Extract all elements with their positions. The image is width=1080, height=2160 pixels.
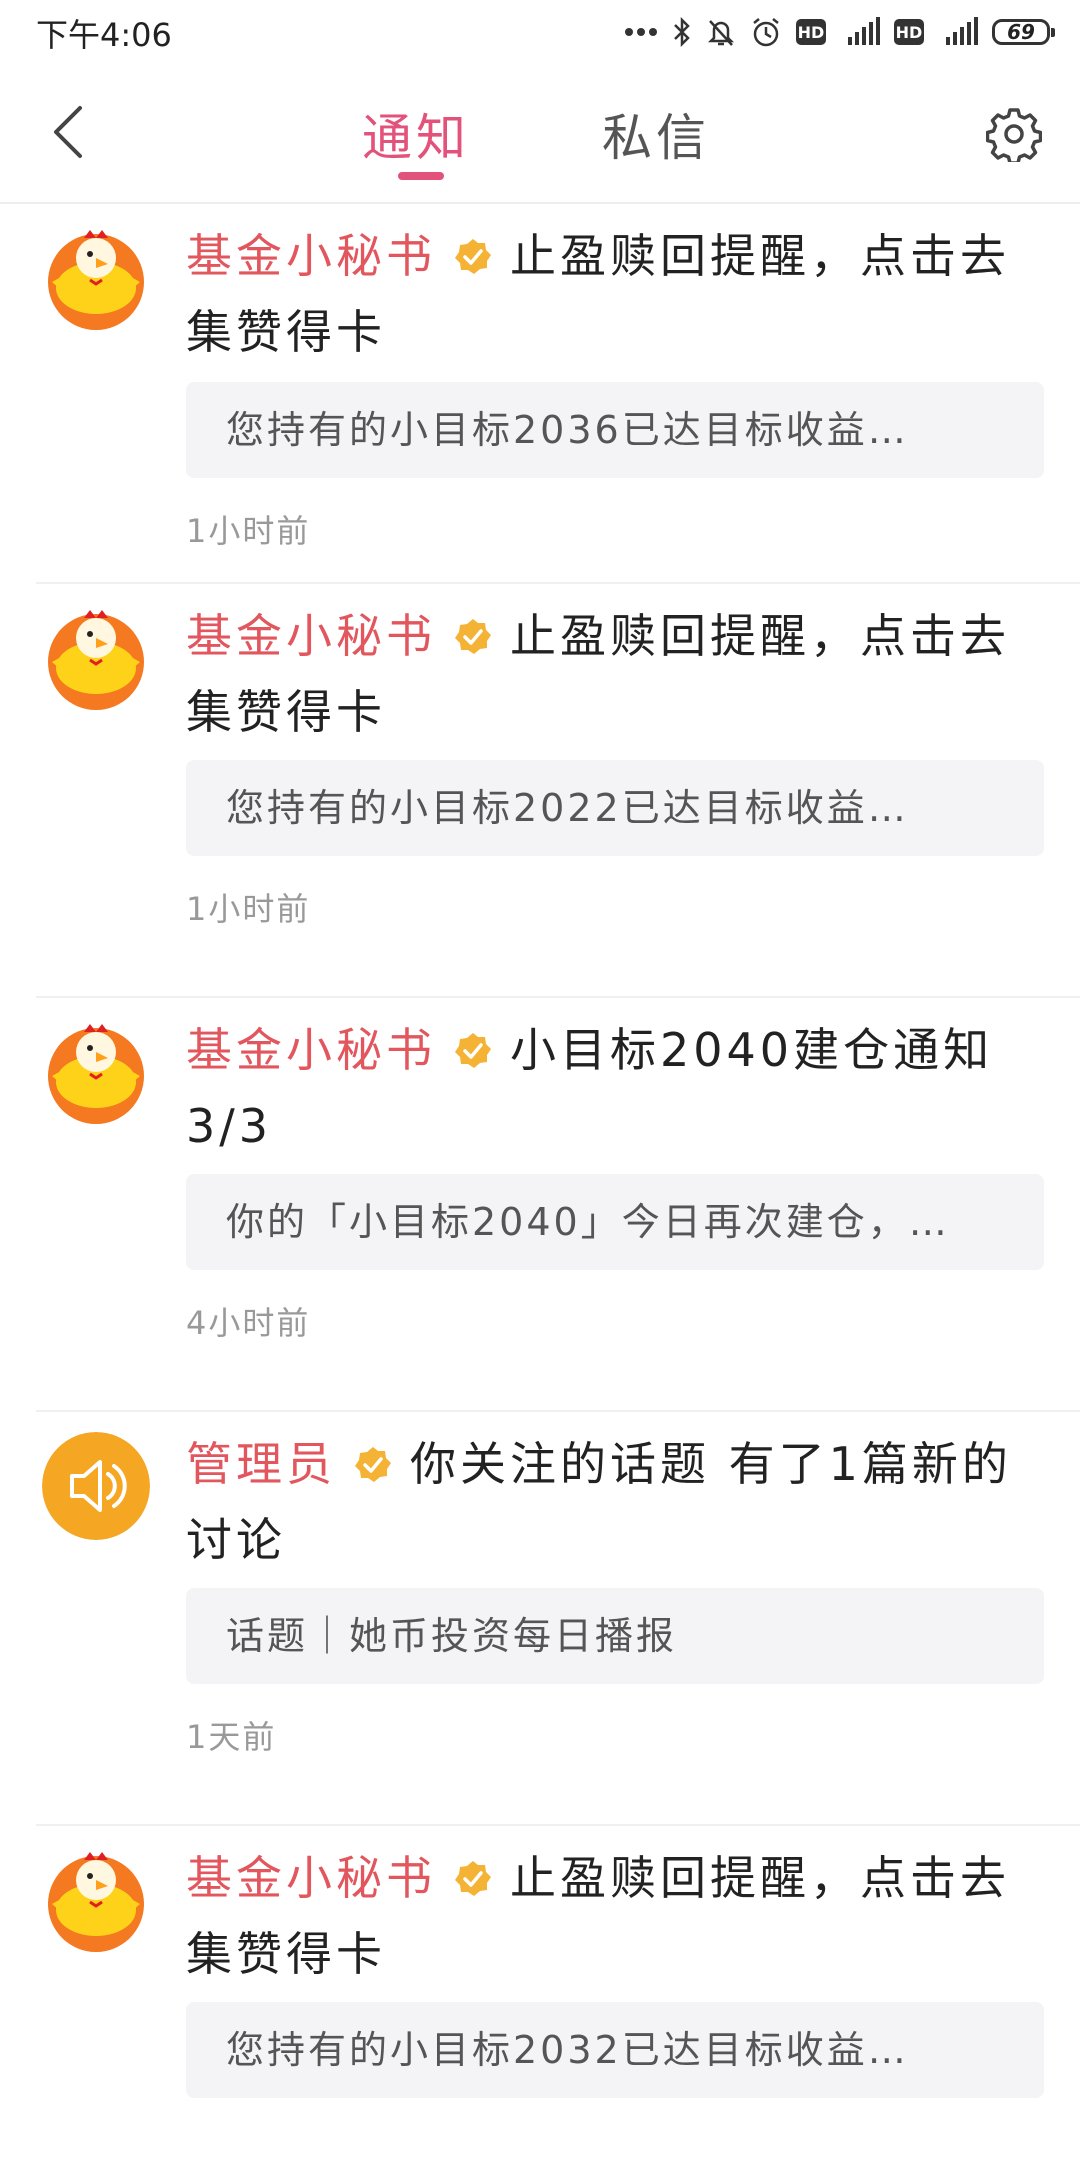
verified-badge-icon (455, 1861, 491, 1896)
notification-list: 基金小秘书 止盈赎回提醒，点击去集赞得卡 您持有的小目标2036已达目标收益… 1… (0, 204, 1080, 2160)
battery-icon: 69 (992, 19, 1055, 45)
notifications-screen: 下午4:06 HD HD 69 通知 私信 基金小秘书 止盈赎回提醒，点击去集赞… (0, 0, 1080, 2160)
notification-title: 基金小秘书 止盈赎回提醒，点击去集赞得卡 (186, 218, 1044, 370)
notification-time: 1小时前 (186, 890, 311, 928)
status-bar: 下午4:06 HD HD 69 (0, 0, 1080, 62)
notification-item[interactable]: 基金小秘书 止盈赎回提醒，点击去集赞得卡 您持有的小目标2032已达目标收益… (36, 1826, 1080, 2160)
verified-badge-icon (355, 1447, 391, 1482)
notification-preview[interactable]: 你的「小目标2040」今日再次建仓，… (186, 1174, 1044, 1270)
active-tab-indicator (398, 172, 444, 180)
chicken-avatar[interactable] (42, 1846, 150, 1954)
notification-item[interactable]: 管理员 你关注的话题 有了1篇新的讨论 话题｜她币投资每日播报 1天前 (36, 1412, 1080, 1826)
signal-icon-2 (946, 17, 978, 45)
sender-name[interactable]: 基金小秘书 (186, 1023, 436, 1077)
notification-item[interactable]: 基金小秘书 止盈赎回提醒，点击去集赞得卡 您持有的小目标2022已达目标收益… 1… (36, 584, 1080, 998)
hd-badge-1: HD (796, 19, 826, 45)
verified-badge-icon (455, 619, 491, 654)
notification-title: 基金小秘书 止盈赎回提醒，点击去集赞得卡 (186, 598, 1044, 750)
tab-notifications[interactable]: 通知 (362, 98, 470, 170)
tab-private-messages[interactable]: 私信 (602, 98, 710, 170)
notification-preview[interactable]: 话题｜她币投资每日播报 (186, 1588, 1044, 1684)
sender-name[interactable]: 管理员 (186, 1437, 336, 1491)
chicken-avatar[interactable] (42, 1018, 150, 1126)
mute-bell-icon (707, 20, 735, 46)
gear-icon[interactable] (986, 106, 1042, 162)
back-arrow-icon[interactable] (44, 102, 94, 162)
battery-level: 69 (1007, 20, 1035, 44)
notification-item[interactable]: 基金小秘书 止盈赎回提醒，点击去集赞得卡 您持有的小目标2036已达目标收益… 1… (36, 204, 1080, 584)
status-icons: HD HD 69 (624, 14, 1055, 50)
chicken-avatar[interactable] (42, 604, 150, 712)
header: 通知 私信 (0, 62, 1080, 204)
speaker-avatar[interactable] (42, 1432, 150, 1540)
bluetooth-icon (674, 17, 690, 47)
hd-badge-2: HD (894, 19, 924, 45)
signal-icon-1 (848, 17, 880, 45)
verified-badge-icon (455, 239, 491, 274)
notification-item[interactable]: 基金小秘书 小目标2040建仓通知3/3 你的「小目标2040」今日再次建仓，… … (36, 998, 1080, 1412)
status-time: 下午4:06 (36, 16, 172, 54)
alarm-icon (753, 18, 779, 47)
sender-name[interactable]: 基金小秘书 (186, 229, 436, 283)
sender-name[interactable]: 基金小秘书 (186, 609, 436, 663)
more-dots-icon (625, 28, 657, 36)
verified-badge-icon (455, 1033, 491, 1068)
notification-time: 1小时前 (186, 512, 311, 550)
notification-title: 基金小秘书 小目标2040建仓通知3/3 (186, 1012, 1044, 1164)
notification-preview[interactable]: 您持有的小目标2022已达目标收益… (186, 760, 1044, 856)
notification-preview[interactable]: 您持有的小目标2036已达目标收益… (186, 382, 1044, 478)
notification-title: 管理员 你关注的话题 有了1篇新的讨论 (186, 1426, 1044, 1578)
notification-title: 基金小秘书 止盈赎回提醒，点击去集赞得卡 (186, 1840, 1044, 1992)
notification-time: 4小时前 (186, 1304, 311, 1342)
chicken-avatar[interactable] (42, 224, 150, 332)
notification-time: 1天前 (186, 1718, 277, 1756)
notification-preview[interactable]: 您持有的小目标2032已达目标收益… (186, 2002, 1044, 2098)
sender-name[interactable]: 基金小秘书 (186, 1851, 436, 1905)
